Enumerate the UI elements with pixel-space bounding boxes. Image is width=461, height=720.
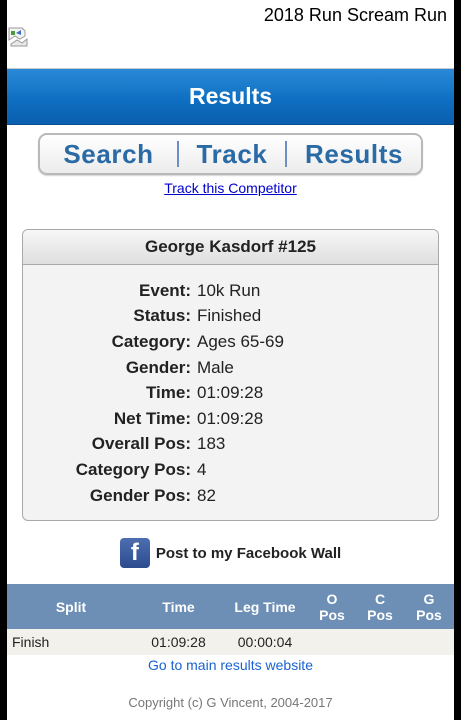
competitor-name: George Kasdorf #125 (23, 230, 438, 265)
top-header: 2018 Run Scream Run (7, 0, 454, 69)
detail-row: Overall Pos: 183 (23, 432, 438, 458)
detail-value: 01:09:28 (197, 408, 264, 428)
col-time: Time (135, 584, 222, 629)
detail-value: 10k Run (197, 280, 261, 300)
detail-value: 4 (197, 459, 207, 479)
competitor-details: Event: 10k Run Status: Finished Category: Age… (23, 278, 438, 508)
facebook-icon: f (119, 538, 150, 568)
search-tab[interactable]: Search (40, 135, 177, 173)
time-cell: 01:09:28 (135, 629, 222, 655)
detail-value: Finished (197, 306, 262, 326)
splits-table: Split Time Leg Time O Pos C Pos G Pos Finis… (7, 584, 454, 655)
split-cell: Finish (7, 629, 135, 655)
facebook-post-label: Post to my Facebook Wall (155, 544, 342, 562)
detail-label: Gender Pos: (89, 485, 191, 505)
detail-row: Status: Finished (23, 304, 438, 330)
detail-label: Time: (145, 383, 191, 403)
detail-value: Ages 65-69 (197, 331, 284, 351)
detail-label: Event: (139, 280, 191, 300)
competitor-card: George Kasdorf #125 Event: 10k Run Status:… (22, 229, 439, 521)
col-o-pos: O Pos (308, 584, 356, 629)
detail-row: Time: 01:09:28 (23, 380, 438, 406)
event-title: 2018 Run Scream Run (263, 5, 447, 25)
detail-row: Event: 10k Run (23, 278, 438, 304)
track-competitor-link[interactable]: Track this Competitor (7, 180, 454, 196)
detail-value: Male (197, 357, 234, 377)
detail-row: Category: Ages 65-69 (23, 329, 438, 355)
detail-label: Gender: (125, 357, 191, 377)
detail-label: Category: (111, 331, 191, 351)
detail-value: 183 (197, 434, 226, 454)
broken-image-icon (8, 27, 28, 47)
results-banner: Results (7, 69, 454, 125)
main-results-link[interactable]: Go to main results website (7, 657, 454, 673)
col-leg-time: Leg Time (222, 584, 308, 629)
c-pos-cell (356, 629, 404, 655)
detail-label: Status: (133, 306, 191, 326)
detail-label: Category Pos: (75, 459, 191, 479)
table-row: Finish 01:09:28 00:00:04 (7, 629, 454, 655)
col-c-pos: C Pos (356, 584, 404, 629)
facebook-post-button[interactable]: f Post to my Facebook Wall (7, 536, 454, 570)
track-tab[interactable]: Track (179, 135, 285, 173)
detail-value: 82 (197, 485, 216, 505)
detail-label: Overall Pos: (91, 434, 191, 454)
detail-row: Category Pos: 4 (23, 457, 438, 483)
col-g-pos: G Pos (404, 584, 454, 629)
page: 2018 Run Scream Run Results Search Track… (7, 0, 454, 720)
leg-time-cell: 00:00:04 (222, 629, 308, 655)
detail-row: Gender: Male (23, 355, 438, 381)
detail-value: 01:09:28 (197, 383, 264, 403)
g-pos-cell (404, 629, 454, 655)
copyright: Copyright (c) G Vincent, 2004-2017 (128, 695, 333, 710)
col-split: Split (7, 584, 135, 629)
o-pos-cell (308, 629, 356, 655)
splits-header-row: Split Time Leg Time O Pos C Pos G Pos (7, 584, 454, 629)
splits-body: Finish 01:09:28 00:00:04 (7, 629, 454, 655)
detail-row: Net Time: 01:09:28 (23, 406, 438, 432)
results-tab[interactable]: Results (287, 135, 421, 173)
detail-label: Net Time: (113, 408, 191, 428)
nav-bar: Search Track Results (38, 133, 423, 175)
detail-row: Gender Pos: 82 (23, 483, 438, 509)
